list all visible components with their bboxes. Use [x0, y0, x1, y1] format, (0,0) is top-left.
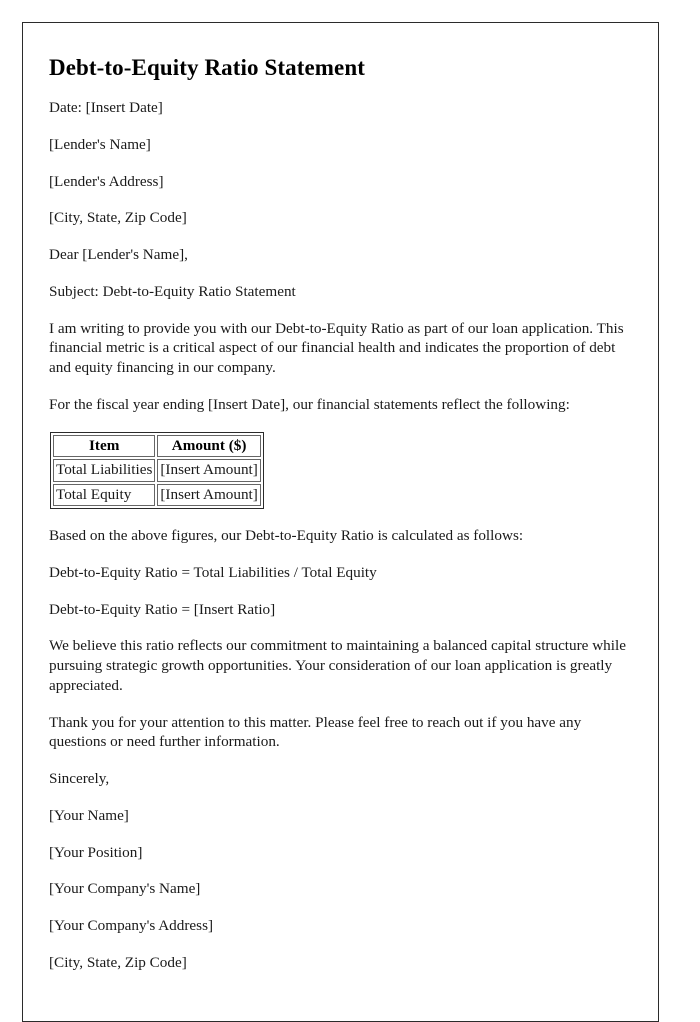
financial-figures-table: Item Amount ($) Total Liabilities [Inser… [50, 431, 264, 510]
intro-paragraph: I am writing to provide you with our Deb… [49, 319, 624, 377]
table-row: Total Liabilities [Insert Amount] [53, 459, 261, 482]
thanks-paragraph: Thank you for your attention to this mat… [49, 713, 582, 751]
table-header-row: Item Amount ($) [53, 434, 261, 458]
date-line: Date: [Insert Date] [49, 99, 163, 116]
based-on-figures-line: Based on the above figures, our Debt-to-… [49, 527, 524, 545]
salutation: Dear [Lender's Name], [49, 246, 188, 263]
table-row: Total Equity [Insert Amount] [53, 483, 261, 507]
document-page: Debt-to-Equity Ratio Statement Date: [In… [22, 22, 659, 1022]
signature-company-name: [Your Company's Name] [49, 880, 201, 898]
recipient-city-state-zip: [City, State, Zip Code] [49, 209, 187, 227]
ratio-formula-line: Debt-to-Equity Ratio = Total Liabilities… [49, 563, 377, 581]
signature-company-address: [Your Company's Address] [49, 917, 214, 935]
table-cell-item: Total Equity [53, 483, 156, 507]
table-cell-amount: [Insert Amount] [157, 459, 261, 482]
recipient-address: [Lender's Address] [49, 172, 164, 190]
table-header-item: Item [53, 434, 156, 458]
table-cell-item: Total Liabilities [53, 459, 156, 482]
table-cell-amount: [Insert Amount] [157, 483, 261, 507]
subject-line: Subject: Debt-to-Equity Ratio Statement [49, 282, 296, 300]
recipient-name: [Lender's Name] [49, 135, 151, 153]
fiscal-year-line: For the fiscal year ending [Insert Date]… [49, 395, 570, 413]
belief-paragraph: We believe this ratio reflects our commi… [49, 637, 626, 694]
signature-company-city-state-zip: [City, State, Zip Code] [49, 953, 187, 971]
table-header-amount: Amount ($) [157, 434, 261, 458]
page-title: Debt-to-Equity Ratio Statement [49, 55, 366, 80]
ratio-result-line: Debt-to-Equity Ratio = [Insert Ratio] [49, 600, 276, 618]
signature-position: [Your Position] [49, 843, 143, 861]
closing: Sincerely, [49, 770, 110, 788]
signature-name: [Your Name] [49, 806, 129, 824]
